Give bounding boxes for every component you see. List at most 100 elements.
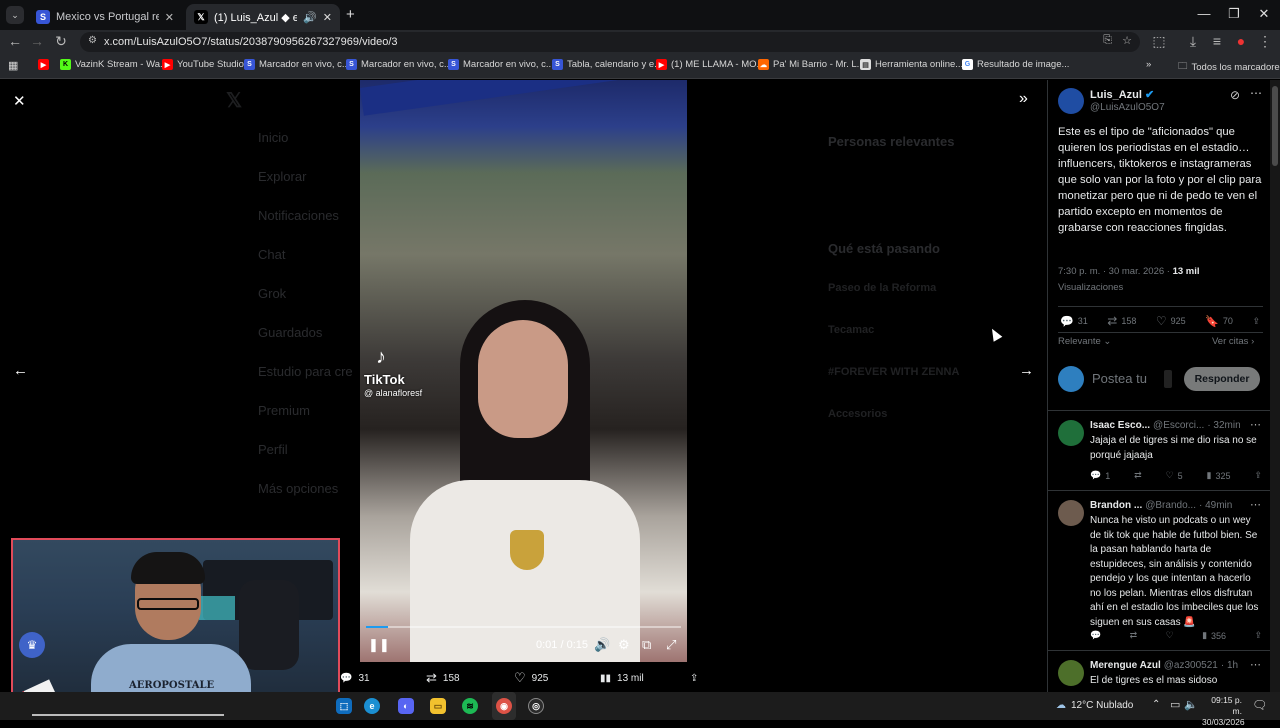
url-input[interactable]: ⚙ x.com/LuisAzulO5O7/status/203879095626… [80,32,1140,52]
speaker-icon[interactable]: 🔊 [303,11,317,24]
pause-icon[interactable]: ❚❚ [368,637,390,653]
reply-time[interactable]: · 49min [1199,500,1232,511]
video-player[interactable]: ♪ TikTok @ alanafloresf ❚❚ 0:01 / 0:15 🔊… [360,80,687,662]
bookmark-star-icon[interactable]: ☆ [1122,34,1132,47]
reply-action[interactable]: 💬 31 [1060,314,1088,328]
reply-author-name[interactable]: Brandon ... [1090,500,1142,511]
tab-luis-azul[interactable]: 𝕏 (1) Luis_Azul ◆ en X: "Este 🔊 ✕ [186,4,340,30]
notifications-icon[interactable]: 🗨 [1252,698,1267,712]
reply-item[interactable]: Brandon ... @Brando... · 49min ⋯ Nunca h… [1048,496,1270,648]
settings-icon[interactable]: ⚙ [618,637,630,653]
author-handle[interactable]: @LuisAzulO5O7 [1090,102,1165,113]
bookmark-0[interactable]: ▶ [38,59,49,70]
video-progress-bar[interactable] [366,626,681,628]
close-icon[interactable]: ✕ [165,11,174,24]
reply-time[interactable]: · 32min [1207,420,1240,431]
apps-icon[interactable]: ▦ [8,59,18,72]
reply-action[interactable]: 💬 [1090,630,1101,641]
grok-icon[interactable]: ⊘ [1230,88,1240,102]
close-viewer-icon[interactable]: ✕ [13,92,26,110]
reply-author-name[interactable]: Merengue Azul [1090,660,1161,671]
bookmark-6[interactable]: S Tabla, calendario y e... [552,59,662,70]
back-icon[interactable]: ← [6,33,24,49]
reply-time[interactable]: · 1h [1221,660,1238,671]
like-action[interactable]: ♡ 925 [514,670,600,686]
obs-icon[interactable]: ◎ [528,698,544,714]
more-options-icon[interactable]: ⋯ [1250,658,1261,671]
pip-icon[interactable]: ⧉ [642,637,651,653]
prev-media-icon[interactable]: ← [13,362,28,379]
close-window-button[interactable]: ✕ [1254,6,1274,22]
author-name[interactable]: Luis_Azul ✔ [1090,88,1154,101]
bookmark-3[interactable]: S Marcador en vivo, c... [244,59,350,70]
reply-button[interactable]: Responder [1184,367,1260,391]
bookmark-5[interactable]: S Marcador en vivo, c... [448,59,554,70]
tab-mexico-portugal[interactable]: S Mexico vs Portugal resultados e ✕ [28,4,182,30]
more-bookmarks-icon[interactable]: » [1146,59,1151,70]
next-media-icon[interactable]: → [1019,362,1034,379]
install-icon[interactable]: ⎘ [1103,34,1112,47]
reply-input[interactable]: Postea tu [1092,371,1147,386]
repost-action[interactable]: ⇄ 158 [1107,314,1136,328]
reply-media-icon[interactable] [1164,370,1172,388]
close-icon[interactable]: ✕ [323,11,332,24]
reload-icon[interactable]: ↻ [52,33,70,50]
bookmark-1[interactable]: K VazinK Stream - Wa... [60,59,168,70]
view-quotes-link[interactable]: Ver citas › [1212,336,1254,347]
like-action[interactable]: ♡ [1166,630,1174,641]
reply-item[interactable]: Merengue Azul @az300521 · 1h ⋯ El de tig… [1048,656,1270,692]
download-icon[interactable]: ⤓ [1184,33,1202,50]
share-action[interactable]: ⇪ [690,673,698,684]
views-action[interactable]: ▮ 356 [1202,630,1226,641]
clock[interactable]: 09:15 p. m. 30/03/2026 [1202,695,1245,728]
all-bookmarks-folder[interactable]: 🗀 Todos los marcadores [1178,59,1280,75]
like-action[interactable]: ♡ 5 [1166,470,1183,481]
volume-icon[interactable]: 🔊 [594,637,610,653]
spotify-icon[interactable]: ≋ [462,698,478,714]
new-tab-button[interactable]: + [346,6,355,23]
reply-author-handle[interactable]: @az300521 [1164,660,1218,671]
author-avatar[interactable] [1058,88,1084,114]
reply-avatar[interactable] [1058,500,1084,526]
minimize-button[interactable]: — [1194,6,1214,21]
reply-action[interactable]: 💬 31 [340,673,426,684]
reply-action[interactable]: 💬 1 [1090,470,1110,481]
reply-avatar[interactable] [1058,660,1084,686]
bookmark-10[interactable]: G Resultado de image... [962,59,1069,70]
menu-icon[interactable]: ⋮ [1256,33,1274,50]
fullscreen-icon[interactable]: ⤢ [666,637,676,653]
reply-author-handle[interactable]: @Escorci... [1153,420,1204,431]
reply-author-handle[interactable]: @Brando... [1145,500,1196,511]
reply-item[interactable]: Isaac Esco... @Escorci... · 32min ⋯ Jaja… [1048,416,1270,488]
profile-icon[interactable]: ● [1232,33,1250,49]
tab-search-button[interactable]: ⌄ [6,6,24,24]
volume-tray-icon[interactable]: 🔈 [1184,698,1198,711]
extensions-icon[interactable]: ⬚ [1150,33,1168,50]
reply-author-name[interactable]: Isaac Esco... [1090,420,1150,431]
bookmark-4[interactable]: S Marcador en vivo, c... [346,59,452,70]
discord-icon[interactable]: ◐ [398,698,414,714]
bookmark-7[interactable]: ▶ (1) ME LLAMA - MO... [656,59,764,70]
bookmark-8[interactable]: ☁ Pa' Mi Barrio - Mr. L... [758,59,865,70]
collapse-panel-icon[interactable]: » [1019,90,1028,108]
file-explorer-icon[interactable]: ▭ [430,698,446,714]
panel-scrollbar[interactable] [1270,80,1280,692]
tweet-time[interactable]: 7:30 p. m. · 30 mar. 2026 · [1058,266,1170,277]
outlook-icon[interactable]: ⬚ [336,698,352,714]
bookmark-2[interactable]: ▶ YouTube Studio [162,59,244,70]
repost-action[interactable]: ⇄ [1130,630,1138,641]
repost-action[interactable]: ⇄ [1134,470,1142,481]
site-info-icon[interactable]: ⚙ [88,35,97,46]
repost-action[interactable]: ⇄ 158 [426,670,514,686]
tray-chevron-icon[interactable]: ⌃ [1152,699,1160,710]
network-icon[interactable]: ▭ [1170,698,1180,711]
more-options-icon[interactable]: ⋯ [1250,418,1261,431]
more-options-icon[interactable]: ⋯ [1250,498,1261,511]
bookmark-9[interactable]: ▤ Herramienta online... [860,59,963,70]
share-action[interactable]: ⇪ [1252,314,1260,328]
share-action[interactable]: ⇪ [1254,630,1262,641]
share-action[interactable]: ⇪ [1254,470,1262,481]
views-action[interactable]: ▮▮ 13 mil [600,673,690,684]
forward-icon[interactable]: → [28,33,46,49]
like-action[interactable]: ♡ 925 [1156,314,1186,328]
